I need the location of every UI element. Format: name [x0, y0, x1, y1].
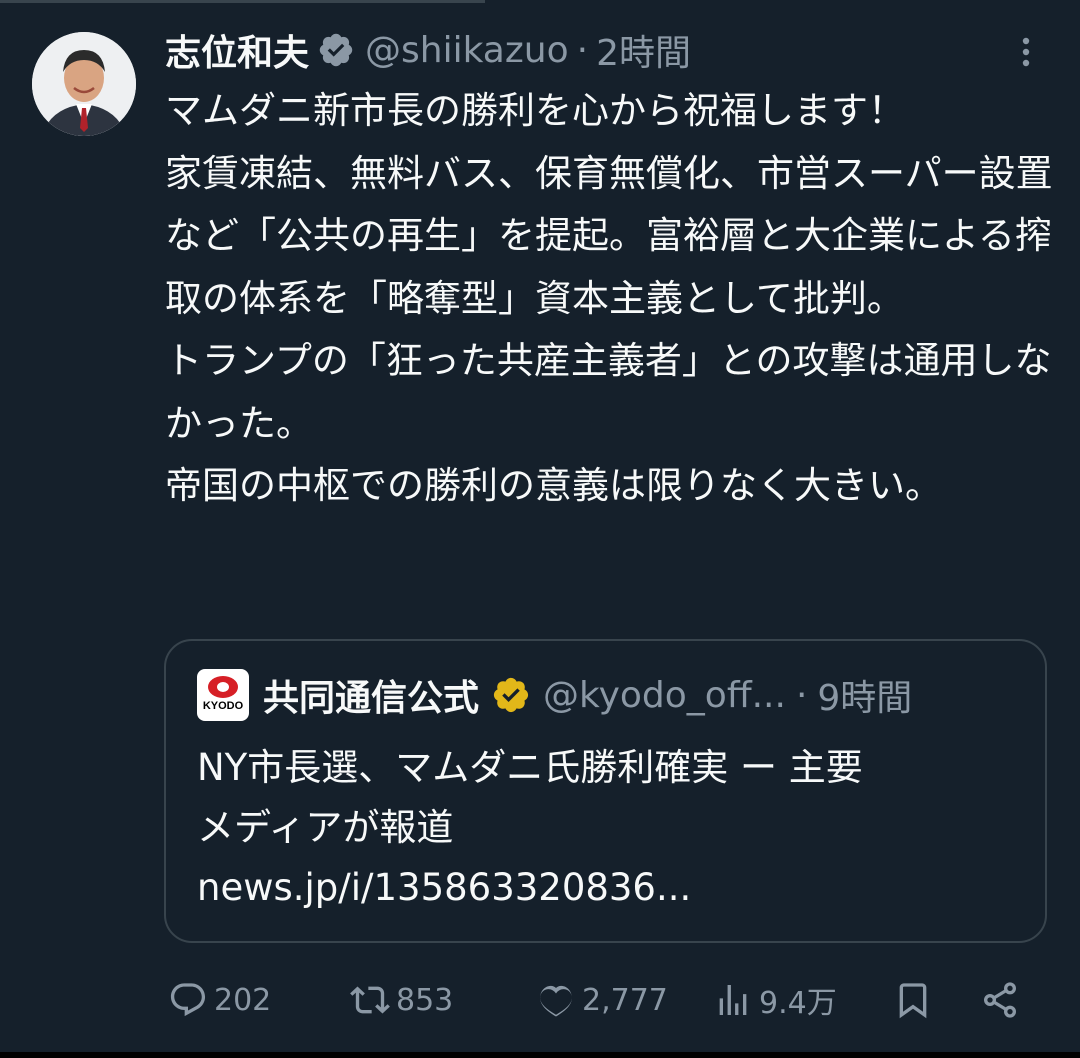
gold-verified-badge-icon [493, 677, 529, 713]
avatar-photo [32, 32, 136, 136]
reply-count: 202 [214, 982, 272, 1018]
reply-button[interactable]: 202 [168, 970, 271, 1030]
separator-dot: · [576, 29, 589, 71]
more-vertical-icon[interactable] [1012, 34, 1040, 70]
bookmark-icon [899, 983, 927, 1019]
like-count: 2,777 [582, 982, 668, 1018]
top-divider [0, 0, 485, 3]
repost-button[interactable]: 853 [350, 970, 453, 1030]
reply-icon [170, 983, 206, 1017]
repost-icon [350, 986, 390, 1014]
quoted-post-text: NY市長選、マムダニ氏勝利確実 ー 主要 メディアが報道 news.jp/i/1… [197, 746, 863, 909]
quoted-author-handle: @kyodo_off... [543, 674, 786, 716]
repost-count: 853 [396, 982, 454, 1018]
quoted-timestamp: 9時間 [817, 678, 913, 719]
views-chart-icon [719, 985, 747, 1015]
author-name[interactable]: 志位和夫 [165, 24, 309, 76]
post-timestamp[interactable]: 2時間 [596, 24, 691, 76]
action-bar: 202 853 2,777 9.4万 [0, 970, 1080, 1030]
author-handle[interactable]: @shiikazuo [365, 30, 569, 71]
post-header: 志位和夫 @shiikazuo · 2時間 [165, 22, 691, 78]
heart-icon [540, 985, 572, 1017]
kyodo-logo-mark [208, 676, 238, 698]
quoted-post-header: KYODO 共同通信公式 @kyodo_off... · 9時間 [197, 665, 912, 725]
views-button[interactable]: 9.4万 [713, 970, 837, 1030]
share-button[interactable] [980, 970, 1026, 1030]
quoted-separator-dot: · [795, 674, 808, 716]
post-text: マムダニ新市長の勝利を心から祝福します！ 家賃凍結、無料バス、保育無償化、市営ス… [165, 89, 1053, 507]
share-icon [984, 982, 1016, 1018]
kyodo-logo: KYODO [197, 669, 249, 721]
like-button[interactable]: 2,777 [536, 970, 668, 1030]
verified-badge-icon[interactable] [317, 31, 355, 69]
views-count: 9.4万 [759, 986, 837, 1021]
quoted-author-name: 共同通信公式 [263, 678, 480, 719]
avatar[interactable] [32, 32, 136, 136]
quoted-post-card[interactable]: KYODO 共同通信公式 @kyodo_off... · 9時間 NY市長選、マ… [164, 639, 1047, 943]
kyodo-logo-text: KYODO [202, 700, 244, 712]
bottom-edge [0, 1052, 1080, 1058]
bookmark-button[interactable] [893, 970, 939, 1030]
